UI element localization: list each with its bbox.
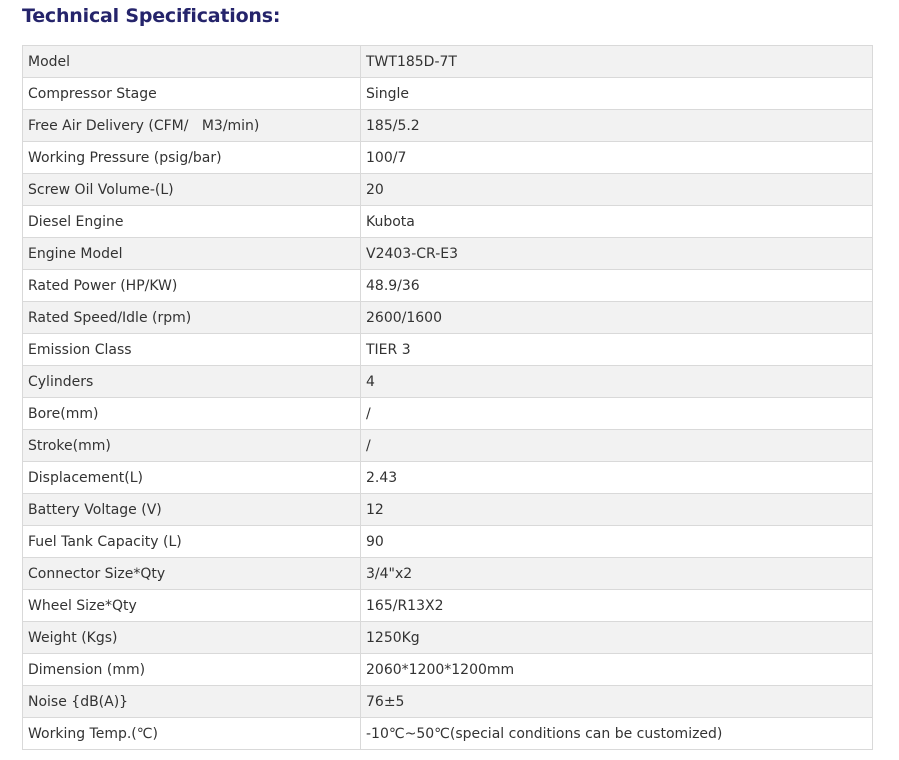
spec-value: V2403-CR-E3 [360, 237, 873, 270]
spec-label: Screw Oil Volume-(L) [22, 173, 361, 206]
spec-value: / [360, 397, 873, 430]
spec-value: 90 [360, 525, 873, 558]
spec-value: Single [360, 77, 873, 110]
spec-value: 2600/1600 [360, 301, 873, 334]
spec-value: 4 [360, 365, 873, 398]
table-row: Working Temp.(℃) -10℃~50℃(special conditi… [22, 717, 873, 750]
spec-label: Bore(mm) [22, 397, 361, 430]
table-row: Working Pressure (psig/bar) 100/7 [22, 141, 873, 174]
table-row: Free Air Delivery (CFM/ M3/min) 185/5.2 [22, 109, 873, 142]
spec-value: Kubota [360, 205, 873, 238]
spec-value: 185/5.2 [360, 109, 873, 142]
spec-label: Dimension (mm) [22, 653, 361, 686]
table-row: Compressor Stage Single [22, 77, 873, 110]
spec-label: Stroke(mm) [22, 429, 361, 462]
table-row: Bore(mm) / [22, 397, 873, 430]
spec-label: Model [22, 45, 361, 78]
table-row: Rated Speed/Idle (rpm) 2600/1600 [22, 301, 873, 334]
table-row: Emission Class TIER 3 [22, 333, 873, 366]
spec-label: Engine Model [22, 237, 361, 270]
spec-value: 100/7 [360, 141, 873, 174]
spec-label: Rated Power (HP/KW) [22, 269, 361, 302]
spec-label: Working Temp.(℃) [22, 717, 361, 750]
table-row: Rated Power (HP/KW) 48.9/36 [22, 269, 873, 302]
table-row: Weight (Kgs) 1250Kg [22, 621, 873, 654]
spec-value: 76±5 [360, 685, 873, 718]
table-row: Battery Voltage (V) 12 [22, 493, 873, 526]
table-row: Displacement(L) 2.43 [22, 461, 873, 494]
spec-label: Cylinders [22, 365, 361, 398]
spec-value: 165/R13X2 [360, 589, 873, 622]
spec-value: TWT185D-7T [360, 45, 873, 78]
spec-label: Emission Class [22, 333, 361, 366]
table-row: Cylinders 4 [22, 365, 873, 398]
spec-value: TIER 3 [360, 333, 873, 366]
table-row: Noise {dB(A)} 76±5 [22, 685, 873, 718]
spec-value: / [360, 429, 873, 462]
spec-value: -10℃~50℃(special conditions can be custo… [360, 717, 873, 750]
spec-value: 2.43 [360, 461, 873, 494]
spec-label: Noise {dB(A)} [22, 685, 361, 718]
spec-label: Weight (Kgs) [22, 621, 361, 654]
spec-label: Battery Voltage (V) [22, 493, 361, 526]
spec-value: 1250Kg [360, 621, 873, 654]
spec-label: Displacement(L) [22, 461, 361, 494]
spec-label: Rated Speed/Idle (rpm) [22, 301, 361, 334]
spec-value: 3/4"x2 [360, 557, 873, 590]
spec-label: Wheel Size*Qty [22, 589, 361, 622]
spec-value: 48.9/36 [360, 269, 873, 302]
table-row: Stroke(mm) / [22, 429, 873, 462]
spec-value: 2060*1200*1200mm [360, 653, 873, 686]
table-row: Screw Oil Volume-(L) 20 [22, 173, 873, 206]
spec-value: 20 [360, 173, 873, 206]
table-row: Fuel Tank Capacity (L) 90 [22, 525, 873, 558]
table-row: Diesel Engine Kubota [22, 205, 873, 238]
spec-label: Compressor Stage [22, 77, 361, 110]
spec-value: 12 [360, 493, 873, 526]
spec-label: Fuel Tank Capacity (L) [22, 525, 361, 558]
table-row: Dimension (mm) 2060*1200*1200mm [22, 653, 873, 686]
spec-label: Diesel Engine [22, 205, 361, 238]
spec-label: Free Air Delivery (CFM/ M3/min) [22, 109, 361, 142]
table-row: Model TWT185D-7T [22, 45, 873, 78]
section-title: Technical Specifications: [22, 5, 281, 27]
spec-table: Model TWT185D-7T Compressor Stage Single F… [22, 45, 873, 750]
spec-page: Technical Specifications: Model TWT185D-7… [0, 0, 899, 760]
spec-label: Working Pressure (psig/bar) [22, 141, 361, 174]
spec-label: Connector Size*Qty [22, 557, 361, 590]
table-row: Connector Size*Qty 3/4"x2 [22, 557, 873, 590]
table-row: Wheel Size*Qty 165/R13X2 [22, 589, 873, 622]
table-row: Engine Model V2403-CR-E3 [22, 237, 873, 270]
